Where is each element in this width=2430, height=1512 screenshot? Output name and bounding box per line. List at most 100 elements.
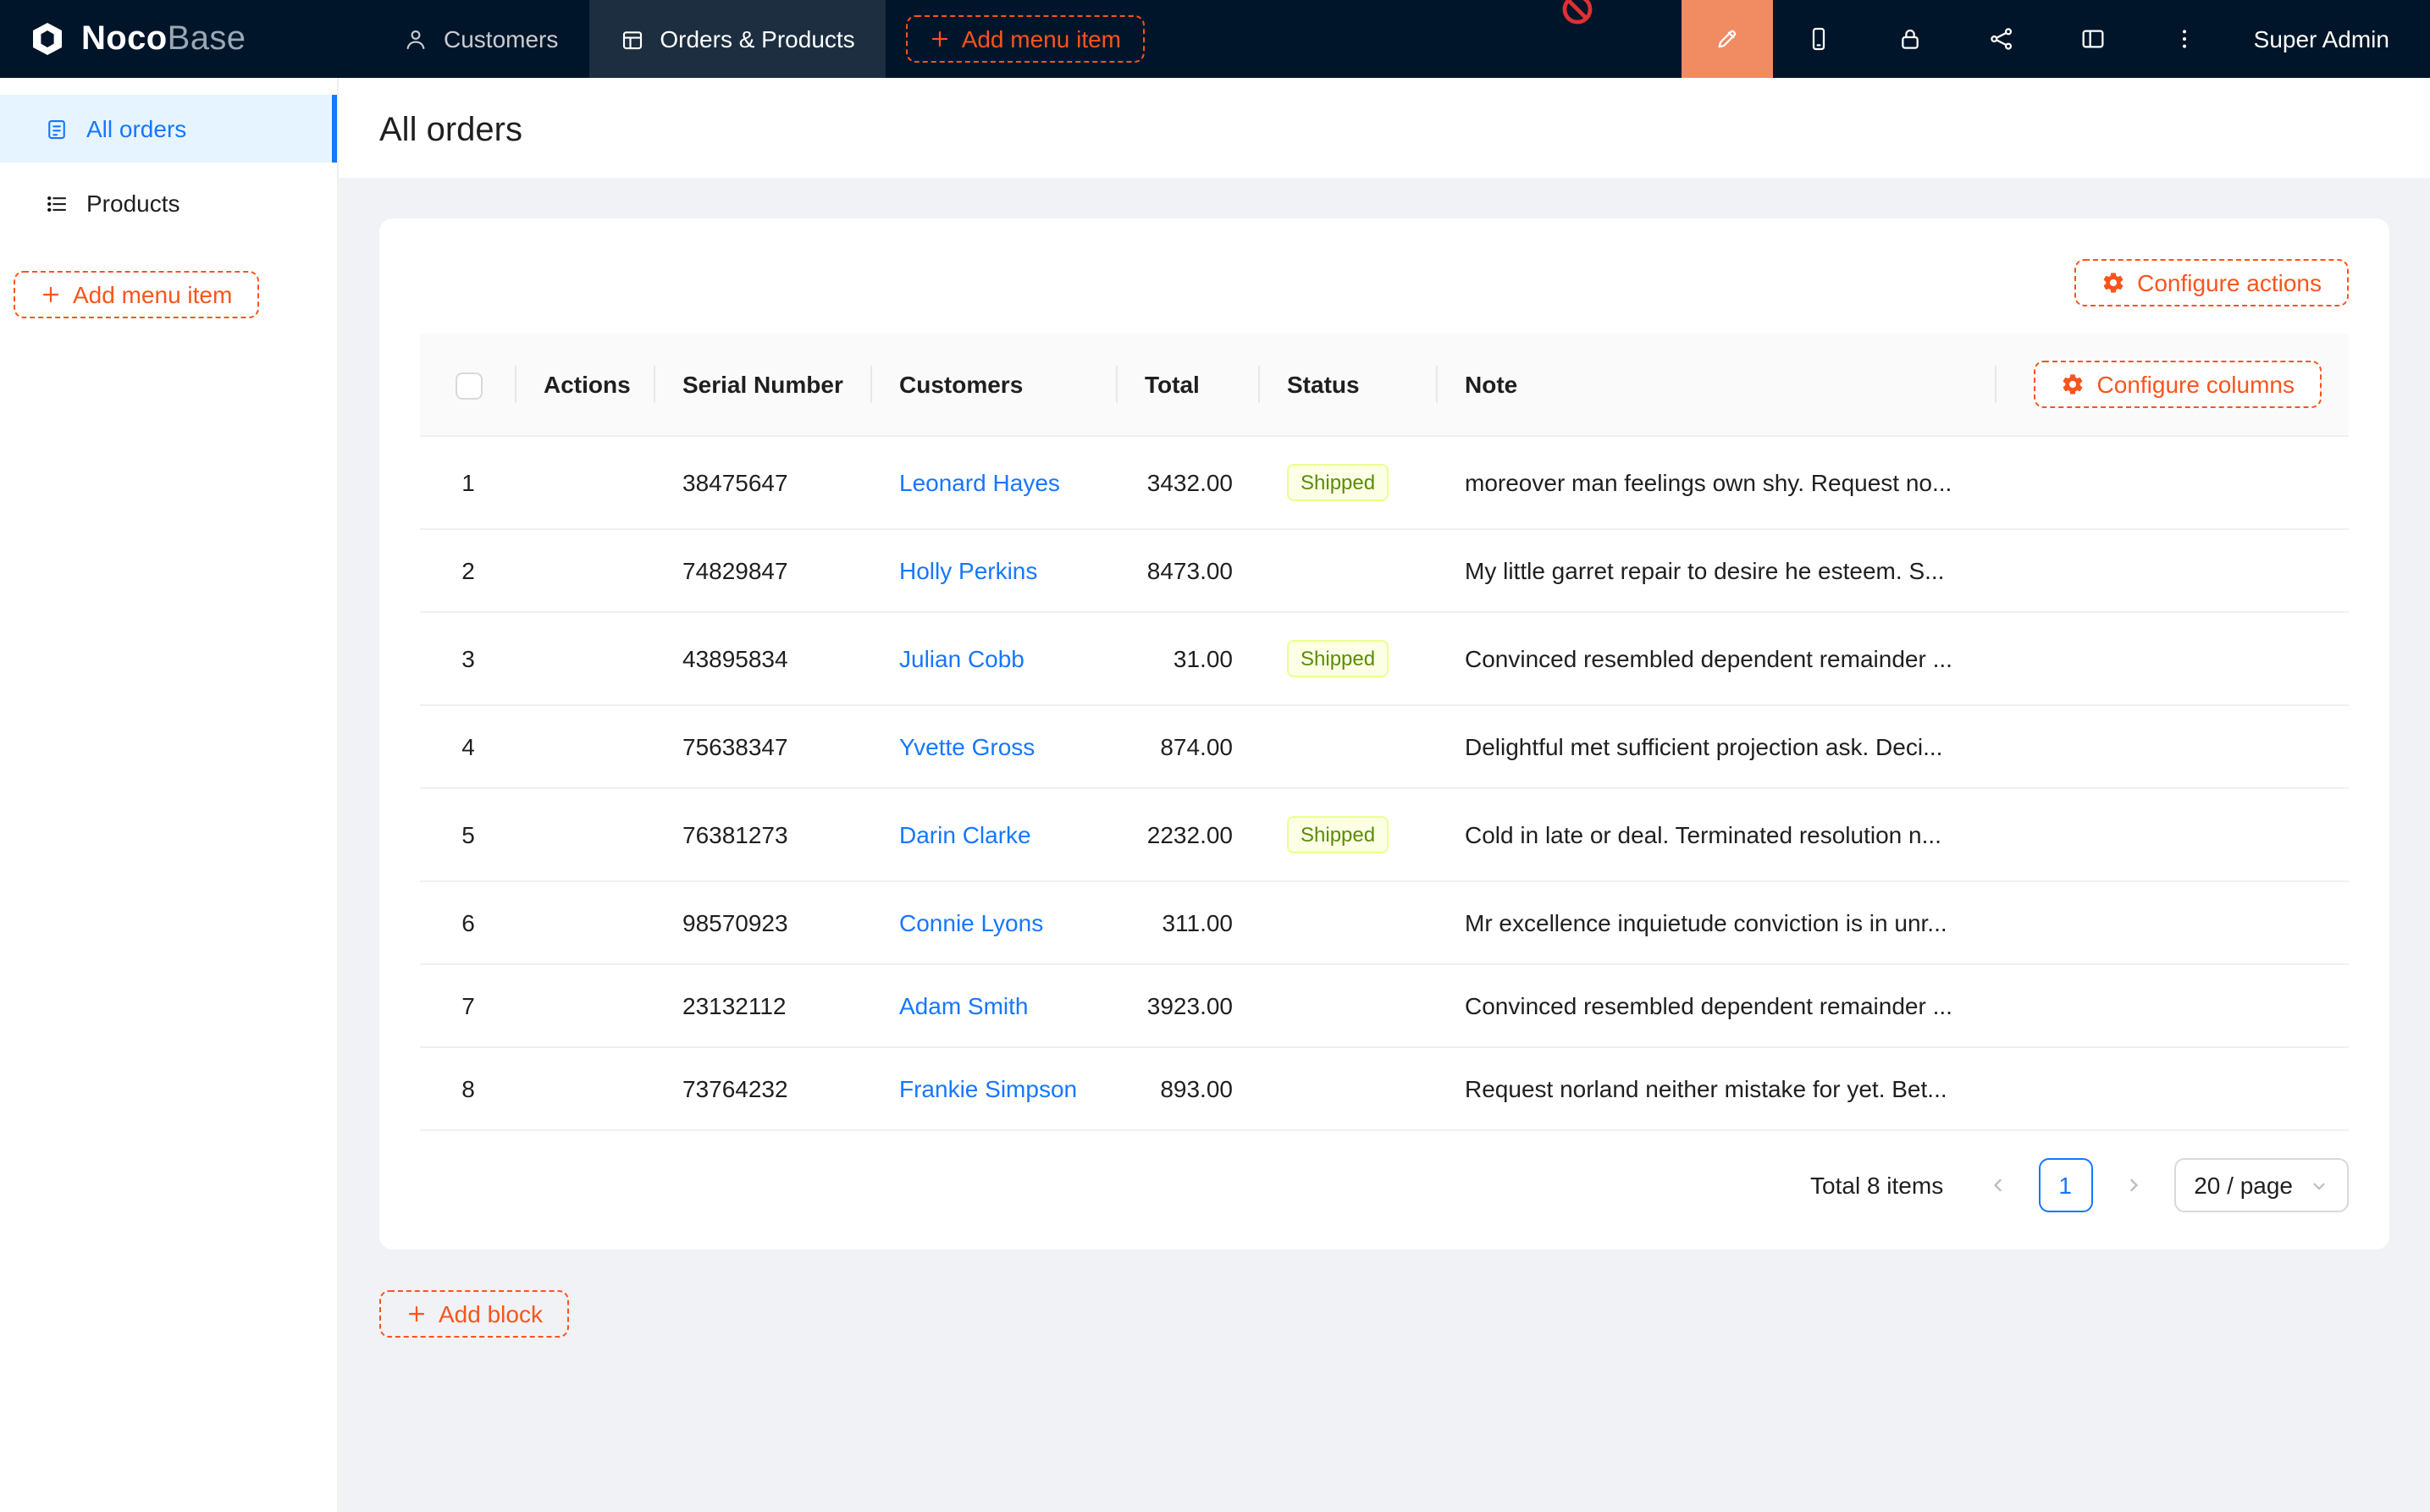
table-row[interactable]: 5 76381273 Darin Clarke 2232.00 Shipped …: [420, 788, 2349, 881]
pagination-prev-button[interactable]: [1970, 1158, 2024, 1212]
user-menu[interactable]: Super Admin: [2230, 0, 2430, 78]
row-actions-cell: [516, 881, 655, 964]
layout-button[interactable]: [2047, 0, 2139, 78]
nav-item-orders-products[interactable]: Orders & Products: [588, 0, 885, 78]
brand[interactable]: NocoBase: [0, 0, 373, 78]
status-tag: Shipped: [1287, 816, 1389, 853]
nav-item-label: Orders & Products: [660, 25, 854, 52]
row-status-cell: [1260, 1047, 1438, 1130]
row-customer-cell: Holly Perkins: [872, 529, 1118, 612]
app-root: NocoBase Customers Orders & Products: [0, 0, 2430, 1512]
column-header-note[interactable]: Note: [1438, 334, 1996, 436]
row-note-cell: Request norland neither mistake for yet.…: [1438, 1047, 1996, 1130]
customer-link[interactable]: Holly Perkins: [899, 557, 1037, 584]
row-serial-cell: 23132112: [655, 964, 872, 1047]
column-header-serial[interactable]: Serial Number: [655, 334, 872, 436]
customer-link[interactable]: Adam Smith: [899, 992, 1029, 1019]
row-config-cell: [1996, 788, 2349, 881]
configure-columns-button[interactable]: Configure columns: [2035, 361, 2322, 408]
gear-icon: [2062, 372, 2085, 396]
customer-link[interactable]: Yvette Gross: [899, 733, 1035, 760]
row-actions-cell: [516, 964, 655, 1047]
row-config-cell: [1996, 705, 2349, 788]
nocobase-logo-icon: [27, 19, 68, 59]
page-size-select[interactable]: 20 / page: [2173, 1158, 2349, 1212]
row-actions-cell: [516, 436, 655, 529]
table-icon: [619, 26, 644, 52]
sidebar-item-products[interactable]: Products: [0, 169, 337, 237]
mobile-button[interactable]: [1773, 0, 1864, 78]
row-serial-cell: 76381273: [655, 788, 872, 881]
ui-editor-button[interactable]: [1682, 0, 1773, 78]
table-row[interactable]: 6 98570923 Connie Lyons 311.00 Mr excell…: [420, 881, 2349, 964]
pagination-next-button[interactable]: [2106, 1158, 2160, 1212]
row-index: 1: [420, 436, 516, 529]
add-menu-item-button-top[interactable]: Add menu item: [906, 15, 1145, 63]
select-all-checkbox[interactable]: [455, 372, 482, 399]
row-status-cell: Shipped: [1260, 788, 1438, 881]
orders-table-body: 1 38475647 Leonard Hayes 3432.00 Shipped…: [420, 436, 2349, 1130]
row-customer-cell: Adam Smith: [872, 964, 1118, 1047]
row-config-cell: [1996, 964, 2349, 1047]
more-icon: [2171, 25, 2198, 52]
row-actions-cell: [516, 1047, 655, 1130]
page-content: Configure actions Actions Serial Number …: [339, 178, 2430, 1512]
api-button[interactable]: [1956, 0, 2047, 78]
plus-icon: [406, 1304, 427, 1324]
row-total-cell: 311.00: [1118, 881, 1260, 964]
table-row[interactable]: 2 74829847 Holly Perkins 8473.00 My litt…: [420, 529, 2349, 612]
row-note-cell: My little garret repair to desire he est…: [1438, 529, 1996, 612]
add-menu-item-button-side[interactable]: Add menu item: [14, 271, 259, 318]
table-row[interactable]: 4 75638347 Yvette Gross 874.00 Delightfu…: [420, 705, 2349, 788]
nav-item-customers[interactable]: Customers: [373, 0, 588, 78]
row-total-cell: 3432.00: [1118, 436, 1260, 529]
row-total-cell: 2232.00: [1118, 788, 1260, 881]
row-serial-cell: 73764232: [655, 1047, 872, 1130]
pagination: Total 8 items 1 20 / page: [420, 1158, 2349, 1212]
configure-actions-button[interactable]: Configure actions: [2074, 259, 2349, 306]
column-header-status[interactable]: Status: [1260, 334, 1438, 436]
api-icon: [1988, 25, 2015, 52]
row-config-cell: [1996, 1047, 2349, 1130]
row-status-cell: [1260, 529, 1438, 612]
customer-link[interactable]: Frankie Simpson: [899, 1075, 1077, 1102]
sidebar: All orders Products Add menu item: [0, 78, 339, 1512]
row-note-cell: Cold in late or deal. Terminated resolut…: [1438, 788, 1996, 881]
table-header: Actions Serial Number Customers Total St…: [420, 334, 2349, 436]
customer-link[interactable]: Leonard Hayes: [899, 469, 1060, 496]
row-actions-cell: [516, 612, 655, 705]
row-total-cell: 893.00: [1118, 1047, 1260, 1130]
row-index: 6: [420, 881, 516, 964]
row-serial-cell: 98570923: [655, 881, 872, 964]
customer-link[interactable]: Connie Lyons: [899, 909, 1043, 936]
top-navbar: NocoBase Customers Orders & Products: [0, 0, 2430, 78]
more-button[interactable]: [2139, 0, 2230, 78]
table-row[interactable]: 3 43895834 Julian Cobb 31.00 Shipped Con…: [420, 612, 2349, 705]
customer-link[interactable]: Julian Cobb: [899, 645, 1024, 672]
chevron-down-icon: [2310, 1176, 2328, 1195]
orders-table-block: Configure actions Actions Serial Number …: [379, 218, 2389, 1250]
row-index: 3: [420, 612, 516, 705]
table-row[interactable]: 1 38475647 Leonard Hayes 3432.00 Shipped…: [420, 436, 2349, 529]
customer-link[interactable]: Darin Clarke: [899, 821, 1031, 848]
column-header-total[interactable]: Total: [1118, 334, 1260, 436]
row-total-cell: 8473.00: [1118, 529, 1260, 612]
row-config-cell: [1996, 529, 2349, 612]
sidebar-item-all-orders[interactable]: All orders: [0, 95, 337, 163]
plus-icon: [41, 284, 61, 305]
add-block-button[interactable]: Add block: [379, 1290, 570, 1338]
row-note-cell: Delightful met sufficient projection ask…: [1438, 705, 1996, 788]
pagination-page-1[interactable]: 1: [2038, 1158, 2092, 1212]
navbar-right-actions: Super Admin: [1682, 0, 2430, 78]
row-note-cell: Convinced resembled dependent remainder …: [1438, 964, 1996, 1047]
column-header-actions[interactable]: Actions: [516, 334, 655, 436]
row-index: 2: [420, 529, 516, 612]
table-toolbar: Configure actions: [420, 259, 2349, 306]
column-header-customers[interactable]: Customers: [872, 334, 1118, 436]
row-total-cell: 874.00: [1118, 705, 1260, 788]
table-row[interactable]: 8 73764232 Frankie Simpson 893.00 Reques…: [420, 1047, 2349, 1130]
table-row[interactable]: 7 23132112 Adam Smith 3923.00 Convinced …: [420, 964, 2349, 1047]
highlighter-icon: [1714, 25, 1741, 52]
layout-icon: [2079, 25, 2107, 52]
lock-button[interactable]: [1864, 0, 1956, 78]
